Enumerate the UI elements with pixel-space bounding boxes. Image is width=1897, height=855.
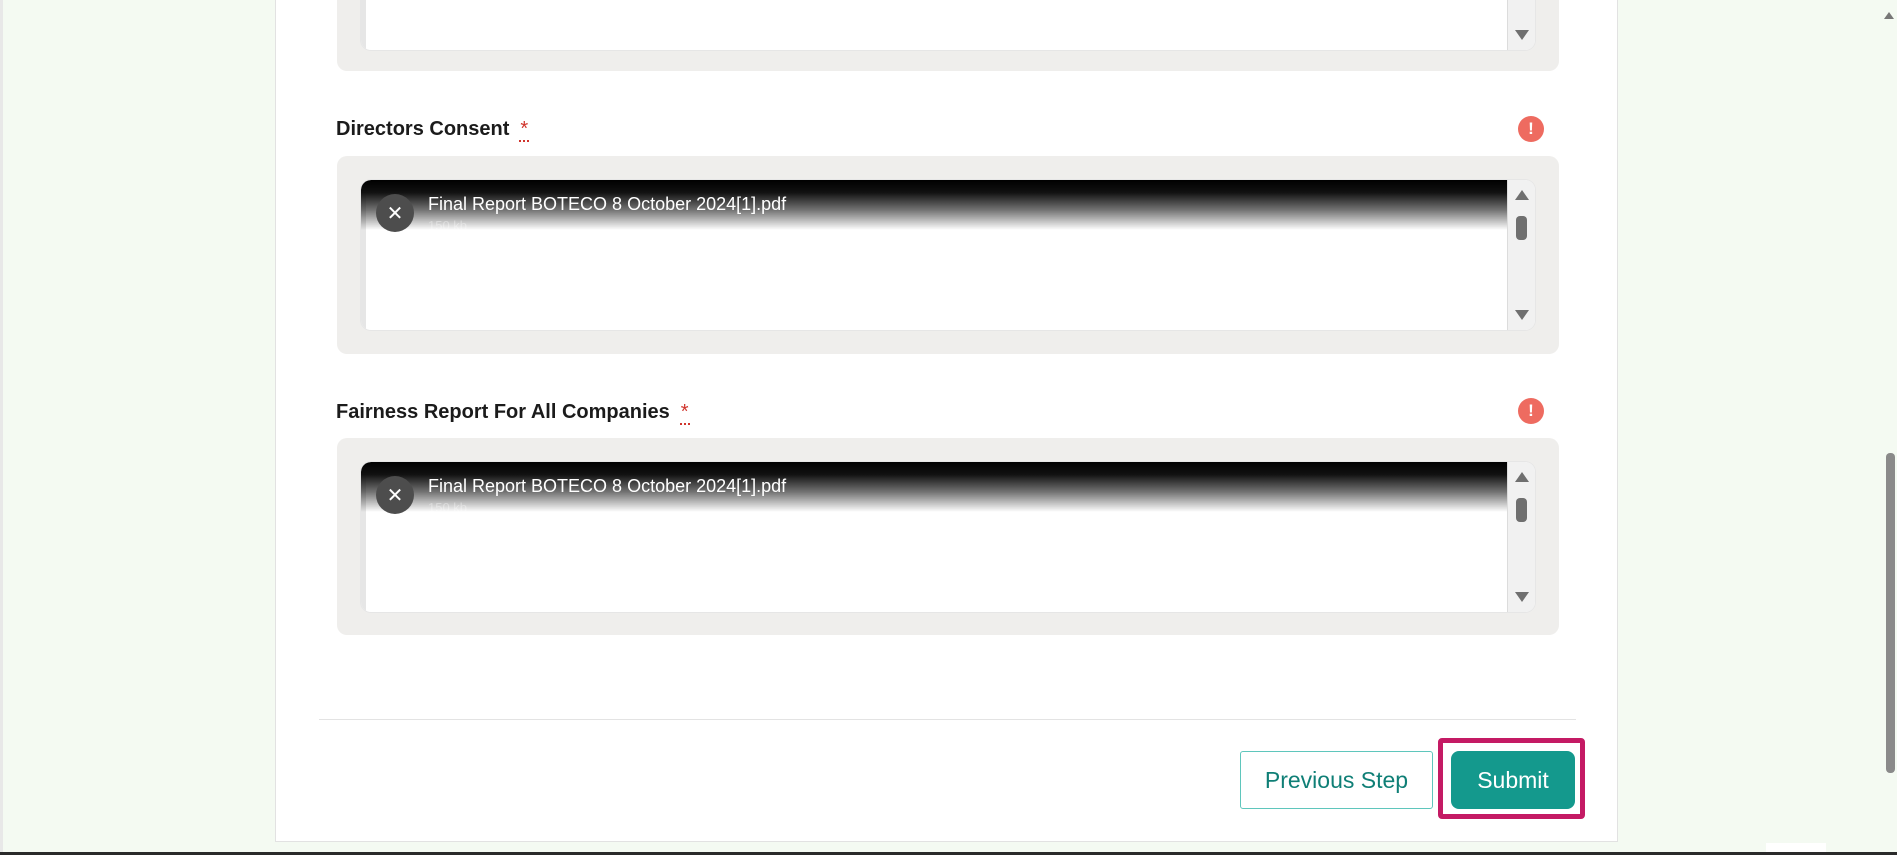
file-viewer-previous [361, 0, 1535, 50]
viewer-scrollbar[interactable] [1507, 462, 1535, 612]
scroll-thumb[interactable] [1516, 216, 1527, 240]
file-size: 150 kb [428, 218, 468, 233]
upload-panel-previous [337, 0, 1559, 71]
scroll-up-icon[interactable] [1515, 190, 1529, 200]
file-size: 150 kb [428, 500, 468, 515]
page-scroll-up-icon[interactable] [1884, 12, 1894, 19]
remove-file-icon[interactable]: ✕ [376, 476, 414, 514]
viewer-scrollbar[interactable] [1507, 0, 1535, 50]
scroll-down-icon[interactable] [1515, 310, 1529, 320]
required-marker: * [519, 118, 530, 142]
upload-panel-directors-consent: ✕ Final Report BOTECO 8 October 2024[1].… [337, 156, 1559, 354]
field-label-fairness-report: Fairness Report For All Companies * [336, 401, 690, 425]
error-icon: ! [1518, 116, 1544, 142]
remove-file-icon[interactable]: ✕ [376, 194, 414, 232]
scroll-down-icon[interactable] [1515, 592, 1529, 602]
scroll-up-icon[interactable] [1515, 472, 1529, 482]
scroll-thumb[interactable] [1516, 498, 1527, 522]
page-edge [0, 0, 3, 855]
file-viewer: ✕ Final Report BOTECO 8 October 2024[1].… [361, 180, 1535, 330]
page-scrollbar[interactable] [1883, 0, 1897, 855]
file-name: Final Report BOTECO 8 October 2024[1].pd… [428, 476, 787, 496]
file-viewer: ✕ Final Report BOTECO 8 October 2024[1].… [361, 462, 1535, 612]
previous-step-button[interactable]: Previous Step [1240, 751, 1433, 809]
viewer-scrollbar[interactable] [1507, 180, 1535, 330]
file-name: Final Report BOTECO 8 October 2024[1].pd… [428, 194, 787, 214]
field-label-directors-consent: Directors Consent * [336, 118, 530, 142]
upload-panel-fairness-report: ✕ Final Report BOTECO 8 October 2024[1].… [337, 438, 1559, 635]
required-marker: * [679, 401, 690, 425]
file-item: ✕ Final Report BOTECO 8 October 2024[1].… [361, 462, 1507, 515]
page-scroll-thumb[interactable] [1886, 453, 1895, 773]
file-item: ✕ Final Report BOTECO 8 October 2024[1].… [361, 180, 1507, 233]
scroll-down-icon[interactable] [1515, 30, 1529, 40]
form-card: Directors Consent * ! ✕ Final Report BOTE… [275, 0, 1618, 842]
divider [319, 719, 1576, 720]
error-icon: ! [1518, 398, 1544, 424]
submit-button[interactable]: Submit [1451, 751, 1575, 809]
